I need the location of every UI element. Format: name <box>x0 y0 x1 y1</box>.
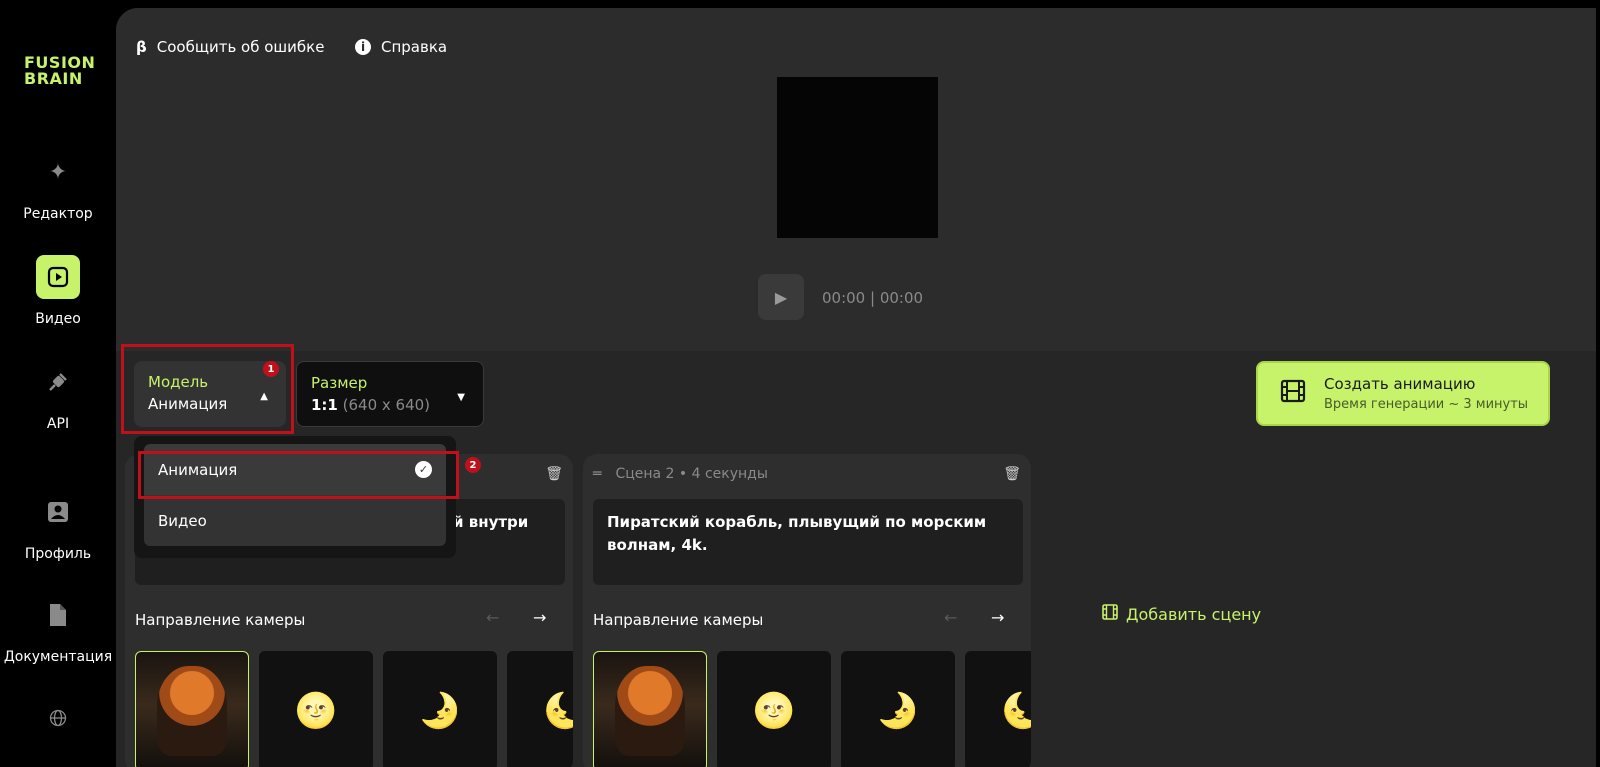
dropdown-option-video[interactable]: Видео <box>144 495 446 546</box>
plug-icon <box>36 360 80 404</box>
camera-option[interactable]: 🌛 <box>841 651 955 767</box>
sidebar-item-language[interactable] <box>0 696 116 740</box>
step-badge-2: 2 <box>465 457 481 473</box>
camera-option[interactable]: 🌛 <box>383 651 497 767</box>
camera-option-tiger[interactable] <box>135 651 249 767</box>
camera-option[interactable]: 🌜 <box>507 651 573 767</box>
arrow-left-icon[interactable]: ← <box>486 608 499 627</box>
arrow-right-icon[interactable]: → <box>991 608 1004 627</box>
camera-option-tiger[interactable] <box>593 651 707 767</box>
play-icon <box>36 255 80 299</box>
film-icon <box>1280 379 1306 409</box>
main-panel: β Сообщить об ошибке i Справка ▶ 00:00 |… <box>116 8 1596 767</box>
sidebar-item-video[interactable]: Видео <box>0 255 116 327</box>
logo-line-2: BRAIN <box>24 69 83 88</box>
crescent-moon-icon: 🌛 <box>418 691 462 731</box>
crescent-moon-icon: 🌜 <box>1000 691 1031 731</box>
report-bug-label: Сообщить об ошибке <box>156 38 325 56</box>
tiger-image <box>157 666 227 756</box>
sparkles-icon: ✦ <box>48 159 68 185</box>
camera-direction-title: Направление камеры <box>135 611 306 629</box>
logo[interactable]: FUSION BRAIN <box>24 55 95 87</box>
size-ratio: 1:1 <box>311 396 338 414</box>
camera-thumbnails: 🌝 🌛 🌜 <box>593 651 1031 767</box>
camera-option[interactable]: 🌜 <box>965 651 1031 767</box>
film-icon <box>1102 604 1118 624</box>
sidebar-item-label: Профиль <box>24 546 92 562</box>
highlight-box-1 <box>121 344 294 434</box>
sidebar-item-label: Видео <box>35 311 81 327</box>
help-label: Справка <box>381 38 448 56</box>
add-scene-label: Добавить сцену <box>1126 604 1262 624</box>
play-button[interactable]: ▶ <box>758 274 804 320</box>
crescent-moon-icon: 🌜 <box>542 691 573 731</box>
scene-card-2: ═ Сцена 2 • 4 секунды 🗑 Пиратский корабл… <box>583 454 1031 767</box>
size-label: Размер <box>311 374 368 392</box>
sidebar-item-profile[interactable]: Профиль <box>0 490 116 562</box>
scene-header: ═ Сцена 2 • 4 секунды 🗑 <box>593 466 1021 482</box>
sidebar-item-label: API <box>46 416 70 432</box>
report-bug-link[interactable]: β Сообщить об ошибке <box>136 38 324 56</box>
scene-prompt-input[interactable]: Пиратский корабль, плывущий по морским в… <box>593 499 1023 585</box>
generation-time-hint: Время генерации ~ 3 минуты <box>1324 397 1529 412</box>
crescent-moon-icon: 🌛 <box>876 691 920 731</box>
size-pixels: (640 x 640) <box>342 396 431 414</box>
scene-title: Сцена 2 • 4 секунды <box>615 466 768 482</box>
create-animation-title: Создать анимацию <box>1324 375 1476 393</box>
sidebar: FUSION BRAIN ✦ Редактор Видео API Профил… <box>0 0 116 767</box>
sidebar-item-docs[interactable]: Документация <box>0 593 116 665</box>
arrow-left-icon[interactable]: ← <box>944 608 957 627</box>
step-badge-1: 1 <box>263 361 279 377</box>
document-icon <box>36 593 80 637</box>
chevron-down-icon: ▼ <box>457 392 465 403</box>
preview-area: β Сообщить об ошибке i Справка ▶ 00:00 |… <box>116 8 1596 351</box>
size-value: 1:1 (640 x 640) <box>311 396 469 414</box>
info-icon: i <box>355 39 371 55</box>
moon-face-icon: 🌝 <box>752 691 796 731</box>
trash-icon[interactable]: 🗑 <box>545 466 563 482</box>
tiger-image <box>615 666 685 756</box>
video-preview <box>777 77 938 238</box>
dropdown-option-label: Видео <box>158 511 207 530</box>
drag-handle-icon[interactable]: ═ <box>593 466 601 482</box>
highlight-box-2 <box>138 451 459 499</box>
size-select[interactable]: Размер 1:1 (640 x 640) ▼ <box>296 361 484 427</box>
sidebar-item-label: Документация <box>3 649 113 665</box>
camera-option[interactable]: 🌝 <box>259 651 373 767</box>
sidebar-item-label: Редактор <box>23 206 93 222</box>
moon-face-icon: 🌝 <box>294 691 338 731</box>
camera-option[interactable]: 🌝 <box>717 651 831 767</box>
play-icon: ▶ <box>774 287 788 307</box>
user-icon <box>36 490 80 534</box>
beta-icon: β <box>136 38 147 56</box>
time-readout: 00:00 | 00:00 <box>822 289 924 307</box>
trash-icon[interactable]: 🗑 <box>1003 466 1021 482</box>
camera-thumbnails: 🌝 🌛 🌜 <box>135 651 573 767</box>
create-animation-button[interactable]: Создать анимацию Время генерации ~ 3 мин… <box>1256 361 1550 426</box>
globe-icon <box>36 696 80 740</box>
sidebar-item-api[interactable]: API <box>0 360 116 432</box>
help-link[interactable]: i Справка <box>355 38 447 56</box>
arrow-right-icon[interactable]: → <box>533 608 546 627</box>
camera-direction-title: Направление камеры <box>593 611 764 629</box>
scene-prompt-text: й внутри <box>453 513 529 531</box>
add-scene-button[interactable]: Добавить сцену <box>1102 604 1261 624</box>
sidebar-item-editor[interactable]: ✦ Редактор <box>0 150 116 223</box>
